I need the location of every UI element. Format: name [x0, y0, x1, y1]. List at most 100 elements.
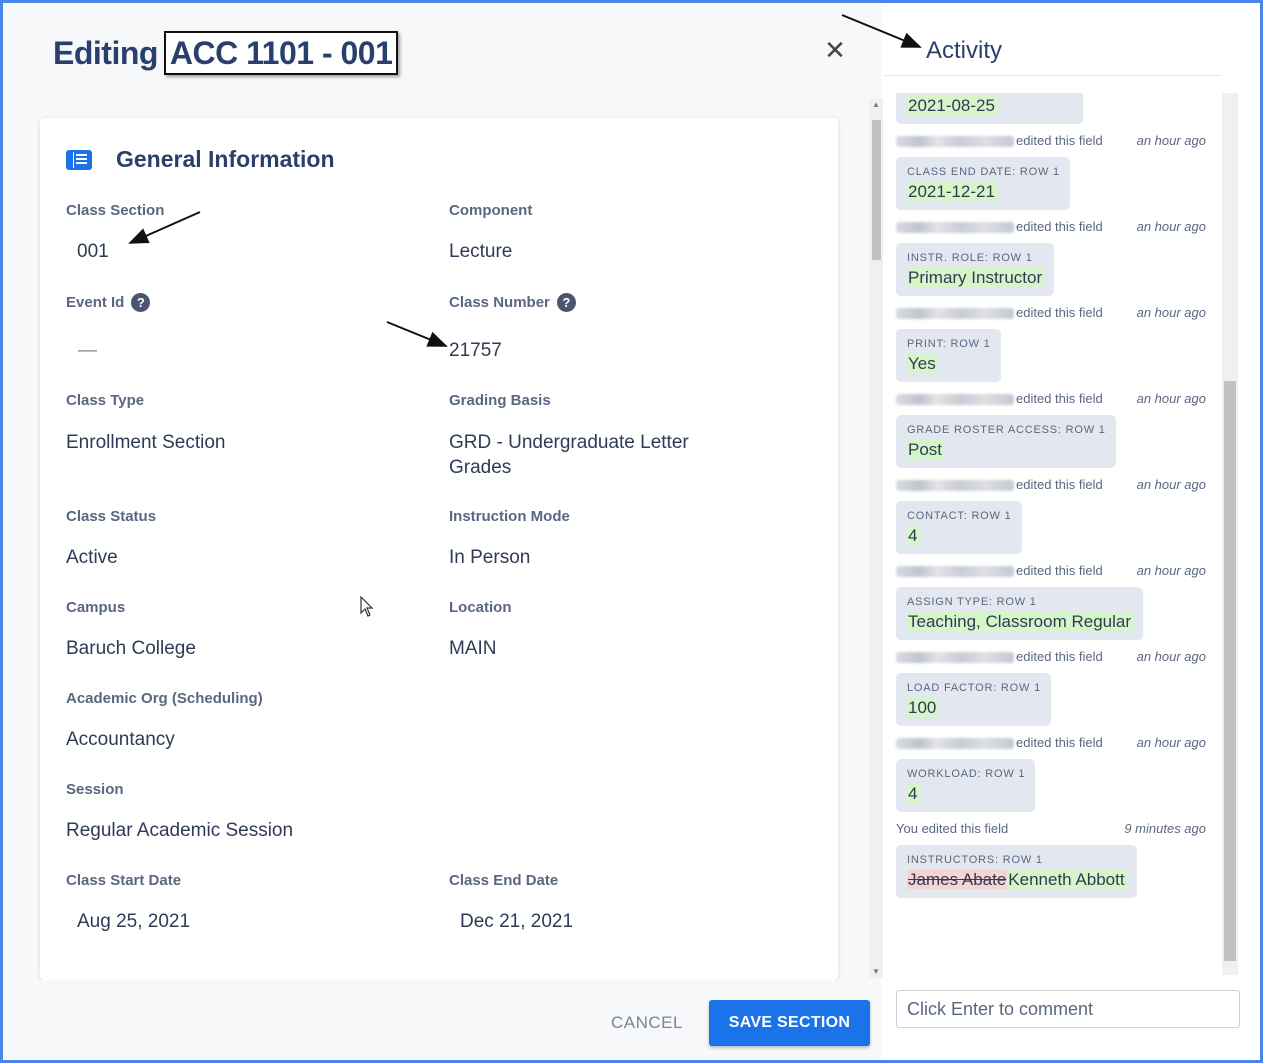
activity-author: You edited this field	[896, 820, 1008, 838]
scrollbar-thumb[interactable]	[872, 120, 881, 260]
change-value: Primary Instructor	[907, 268, 1045, 288]
mouse-pointer-icon	[360, 596, 374, 617]
field-value: Lecture	[449, 241, 513, 262]
change-field-label: INSTR. ROLE: ROW 1	[907, 252, 1033, 264]
general-information-card: General Information Class Section 001 Co…	[40, 118, 838, 980]
removed-value: James Abate	[907, 870, 1008, 889]
field-campus: Campus Baruch College	[66, 599, 196, 661]
redacted-author-name	[896, 135, 1014, 147]
help-icon[interactable]: ?	[556, 293, 576, 312]
title-prefix: Editing	[53, 34, 158, 71]
field-session: Session Regular Academic Session	[66, 781, 293, 843]
change-value: 4	[907, 526, 920, 546]
field-change-card: CLASS END DATE: ROW 1 2021-12-21	[896, 157, 1070, 210]
added-value: 100	[907, 698, 939, 717]
field-label: Grading Basis	[449, 392, 551, 409]
activity-meta: edited this field an hour ago	[896, 648, 1206, 666]
edited-text: edited this field	[1016, 477, 1103, 492]
activity-author: edited this field	[896, 648, 1103, 666]
activity-author: edited this field	[896, 562, 1103, 580]
scroll-down-arrow-icon[interactable]: ▼	[872, 967, 880, 976]
redacted-author-name	[896, 565, 1014, 577]
activity-author: edited this field	[896, 476, 1103, 494]
field-label: Component	[449, 202, 533, 219]
field-class-start-date: Class Start Date Aug 25, 2021	[66, 872, 190, 934]
edited-text: edited this field	[1016, 563, 1103, 578]
change-value: Yes	[907, 354, 938, 374]
change-field-label: CONTACT: ROW 1	[907, 510, 1012, 522]
divider	[884, 75, 1222, 76]
activity-entry: ASSIGN TYPE: ROW 1 Teaching, Classroom Re…	[896, 580, 1206, 640]
redacted-author-name	[896, 479, 1014, 491]
field-class-status: Class Status Active	[66, 508, 156, 570]
added-value: 2021-08-25	[907, 96, 997, 115]
field-change-card: LOAD FACTOR: ROW 1 100	[896, 673, 1051, 726]
redacted-author-name	[896, 307, 1014, 319]
activity-meta: edited this field an hour ago	[896, 734, 1206, 752]
activity-entry: PRINT: ROW 1 Yes	[896, 322, 1206, 382]
comment-input[interactable]	[896, 990, 1240, 1028]
field-label: Location	[449, 599, 512, 616]
activity-time: an hour ago	[1136, 133, 1206, 148]
change-field-label: GRADE ROSTER ACCESS: ROW 1	[907, 424, 1106, 436]
change-value: Post	[907, 440, 945, 460]
activity-meta: edited this field an hour ago	[896, 218, 1206, 236]
card-header: General Information	[66, 146, 335, 173]
redacted-author-name	[896, 651, 1014, 663]
added-value: 4	[907, 784, 920, 803]
field-change-card: ASSIGN TYPE: ROW 1 Teaching, Classroom Re…	[896, 587, 1143, 640]
activity-time: 9 minutes ago	[1124, 821, 1206, 836]
close-icon[interactable]: ✕	[821, 36, 849, 64]
change-value: 100	[907, 698, 939, 718]
title-course: ACC 1101 - 001	[163, 31, 399, 75]
activity-entry: GRADE ROSTER ACCESS: ROW 1 Post	[896, 408, 1206, 468]
activity-scrollbar[interactable]	[1222, 93, 1238, 975]
added-value: Kenneth Abbott	[1007, 870, 1127, 889]
added-value: Yes	[907, 354, 938, 373]
added-value: 2021-12-21	[907, 182, 997, 201]
edited-text: edited this field	[1016, 735, 1103, 750]
field-value: MAIN	[449, 638, 497, 659]
field-value: Regular Academic Session	[66, 820, 294, 841]
field-change-card: WORKLOAD: ROW 1 4	[896, 759, 1036, 812]
activity-list[interactable]: CLASS START DATE: ROW 12021-08-25 edited …	[884, 93, 1222, 975]
scroll-up-arrow-icon[interactable]: ▲	[872, 100, 880, 109]
activity-meta: edited this field an hour ago	[896, 562, 1206, 580]
change-value: 2021-08-25	[907, 96, 997, 116]
field-label: Class Section	[66, 202, 165, 219]
activity-entry: CONTACT: ROW 1 4	[896, 494, 1206, 554]
activity-meta: edited this field an hour ago	[896, 390, 1206, 408]
edited-text: edited this field	[921, 821, 1009, 836]
field-label: Class Start Date	[66, 872, 182, 889]
field-label: Class End Date	[449, 872, 559, 889]
help-icon[interactable]: ?	[131, 293, 151, 312]
cancel-button[interactable]: CANCEL	[611, 1013, 683, 1033]
activity-time: an hour ago	[1136, 305, 1206, 320]
change-field-label: WORKLOAD: ROW 1	[907, 768, 1026, 780]
field-value: In Person	[449, 547, 531, 568]
change-field-label: ASSIGN TYPE: ROW 1	[907, 596, 1037, 608]
field-change-card: INSTR. ROLE: ROW 1 Primary Instructor	[896, 243, 1055, 296]
field-value: Active	[66, 547, 118, 568]
scrollbar-thumb[interactable]	[1224, 381, 1236, 961]
activity-meta: edited this field an hour ago	[896, 132, 1206, 150]
field-label: Class Type	[66, 392, 145, 409]
edit-section-panel: Editing ACC 1101 - 001 ✕ General Informa…	[3, 3, 883, 1060]
field-value: 21757	[449, 340, 502, 361]
activity-time: an hour ago	[1136, 391, 1206, 406]
field-value: —	[78, 340, 97, 361]
field-class-type: Class Type Enrollment Section	[66, 392, 225, 455]
field-label: Class Number ?	[449, 293, 576, 312]
form-scroll-area[interactable]: General Information Class Section 001 Co…	[3, 96, 868, 980]
field-label: Academic Org (Scheduling)	[66, 690, 263, 707]
field-value: GRD - Undergraduate Letter Grades	[449, 432, 689, 478]
info-card-icon	[66, 149, 92, 170]
activity-time: an hour ago	[1136, 477, 1206, 492]
activity-author: edited this field	[896, 304, 1103, 322]
form-scrollbar[interactable]: ▲ ▼	[869, 98, 883, 978]
save-section-button[interactable]: SAVE SECTION	[709, 1000, 870, 1046]
edited-text: edited this field	[1016, 219, 1103, 234]
field-grading-basis: Grading Basis GRD - Undergraduate Letter…	[449, 392, 729, 480]
redacted-author-name	[896, 221, 1014, 233]
activity-entry: CLASS START DATE: ROW 12021-08-25	[896, 93, 1206, 124]
